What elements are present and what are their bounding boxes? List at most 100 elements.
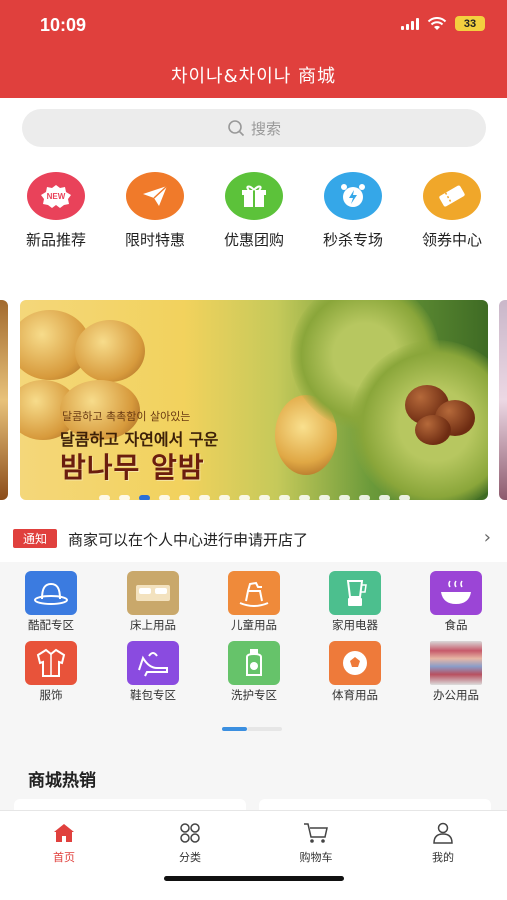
category-item-office[interactable]: 办公用品	[421, 641, 491, 703]
banner-carousel[interactable]: 달콤하고 촉촉함이 살아있는 달콤하고 자연에서 구운 밤나무 알밤	[0, 286, 507, 512]
carousel-dot[interactable]	[278, 495, 290, 500]
search-section: 搜索	[0, 98, 507, 160]
high-heel-icon	[127, 641, 179, 685]
banner-headline: 밤나무 알밤	[60, 451, 205, 484]
soccer-ball-icon	[329, 641, 381, 685]
carousel-dot[interactable]	[98, 495, 110, 500]
status-time: 10:09	[40, 15, 87, 35]
search-placeholder: 搜索	[250, 119, 281, 138]
carousel-dot[interactable]	[258, 495, 270, 500]
towels-photo-icon	[430, 641, 482, 685]
category-item-food[interactable]: 食品	[421, 571, 491, 633]
quick-item-seckill[interactable]: 秒杀专场	[313, 172, 393, 250]
category-label: 床上用品	[130, 618, 176, 632]
category-item-apparel[interactable]: 服饰	[16, 641, 86, 703]
quick-item-label: 限时特惠	[124, 231, 185, 249]
tab-cart[interactable]: 购物车	[271, 821, 361, 865]
category-label: 酷配专区	[28, 618, 74, 632]
chevron-right-icon[interactable]: ›	[484, 527, 491, 548]
wifi-icon	[427, 16, 447, 30]
quick-item-label: 优惠团购	[223, 231, 284, 249]
search-icon	[228, 120, 245, 137]
category-label: 食品	[444, 618, 468, 632]
category-label: 洗护专区	[231, 688, 277, 702]
hat-icon	[25, 571, 77, 615]
category-label: 服饰	[39, 688, 63, 702]
svg-text:NEW: NEW	[47, 192, 66, 201]
category-item-bedding[interactable]: 床上用品	[118, 571, 188, 633]
paper-plane-icon	[126, 172, 184, 220]
carousel-dot[interactable]	[218, 495, 230, 500]
banner-slide[interactable]: 달콤하고 촉촉함이 살아있는 달콤하고 자연에서 구운 밤나무 알밤	[20, 300, 488, 500]
carousel-dot[interactable]	[238, 495, 250, 500]
carousel-dot[interactable]	[378, 495, 390, 500]
carousel-dot[interactable]	[338, 495, 350, 500]
tab-profile[interactable]: 我的	[398, 821, 488, 865]
search-input[interactable]: 搜索	[22, 109, 486, 147]
carousel-dot[interactable]	[118, 495, 130, 500]
banner-prev-slide-peek[interactable]	[0, 300, 8, 500]
carousel-dot[interactable]	[298, 495, 310, 500]
category-item-appliances[interactable]: 家用电器	[320, 571, 390, 633]
hot-sales-section: 商城热销	[0, 742, 507, 813]
rocking-horse-icon	[228, 571, 280, 615]
quick-item-group-buy[interactable]: 优惠团购	[214, 172, 294, 250]
category-item-personal-care[interactable]: 洗护专区	[219, 641, 289, 703]
alarm-clock-icon	[324, 172, 382, 220]
quick-item-coupon-center[interactable]: 领券中心	[412, 172, 492, 250]
category-item-shoes-bags[interactable]: 鞋包专区	[118, 641, 188, 703]
bed-icon	[127, 571, 179, 615]
blender-icon	[329, 571, 381, 615]
carousel-dot[interactable]	[318, 495, 330, 500]
category-item-sports[interactable]: 体育用品	[320, 641, 390, 703]
carousel-dot[interactable]	[158, 495, 170, 500]
tab-home[interactable]: 首页	[19, 821, 109, 865]
category-grid: 酷配专区 床上用品 儿童用品 家用电器 食品 服饰 鞋包专区 洗护专区 体育用品…	[0, 562, 507, 742]
tab-label: 购物车	[299, 851, 333, 864]
cellular-signal-icon	[401, 17, 419, 30]
person-icon	[433, 822, 453, 844]
page-title: 차이나&차이나 商城	[170, 66, 337, 87]
category-item-kids[interactable]: 儿童用品	[219, 571, 289, 633]
tab-label: 分类	[179, 851, 201, 864]
notice-bar[interactable]: 通知 商家可以在个人中心进行申请开店了 ›	[0, 512, 507, 562]
carousel-indicator[interactable]	[20, 495, 488, 500]
home-icon	[54, 824, 74, 842]
category-page-indicator	[222, 727, 282, 731]
banner-line-small: 달콤하고 촉촉함이 살아있는	[62, 410, 191, 423]
carousel-dot[interactable]	[198, 495, 210, 500]
category-label: 家用电器	[332, 618, 378, 632]
category-label: 儿童用品	[231, 618, 277, 632]
quick-item-label: 秒杀专场	[322, 231, 383, 249]
quick-item-new-products[interactable]: NEW 新品推荐	[16, 172, 96, 250]
category-item-cool[interactable]: 酷配专区	[16, 571, 86, 633]
category-label: 鞋包专区	[130, 688, 176, 702]
tab-label: 首页	[53, 851, 75, 864]
quick-menu: NEW 新品推荐 限时特惠 优惠团购 秒杀专场 领券中心	[0, 160, 507, 300]
tab-label: 我的	[432, 851, 454, 864]
carousel-dot[interactable]	[398, 495, 410, 500]
quick-item-label: 领券中心	[421, 231, 482, 249]
category-label: 办公用品	[433, 688, 479, 702]
carousel-dot[interactable]	[358, 495, 370, 500]
jacket-icon	[25, 641, 77, 685]
carousel-dot[interactable]	[138, 495, 150, 500]
quick-item-label: 新品推荐	[25, 231, 86, 249]
notice-badge: 通知	[13, 529, 57, 548]
banner-next-slide-peek[interactable]	[499, 300, 507, 500]
app-header: 10:09 33 차이나&차이나 商城	[0, 0, 507, 98]
gift-icon	[225, 172, 283, 220]
coupon-icon	[423, 172, 481, 220]
notice-text: 商家可以在个人中心进行申请开店了	[68, 531, 309, 549]
status-icons: 33	[401, 16, 485, 31]
cart-icon	[304, 823, 328, 843]
carousel-dot[interactable]	[178, 495, 190, 500]
section-title: 商城热销	[28, 771, 96, 791]
home-indicator[interactable]	[164, 876, 344, 881]
category-label: 体育用品	[332, 688, 378, 702]
new-badge-icon: NEW	[27, 172, 85, 220]
quick-item-flash-deal[interactable]: 限时特惠	[115, 172, 195, 250]
tab-category[interactable]: 分类	[145, 821, 235, 865]
grid-circles-icon	[180, 823, 200, 843]
bottom-tab-bar: 首页 分类 购物车 我的	[0, 810, 507, 900]
